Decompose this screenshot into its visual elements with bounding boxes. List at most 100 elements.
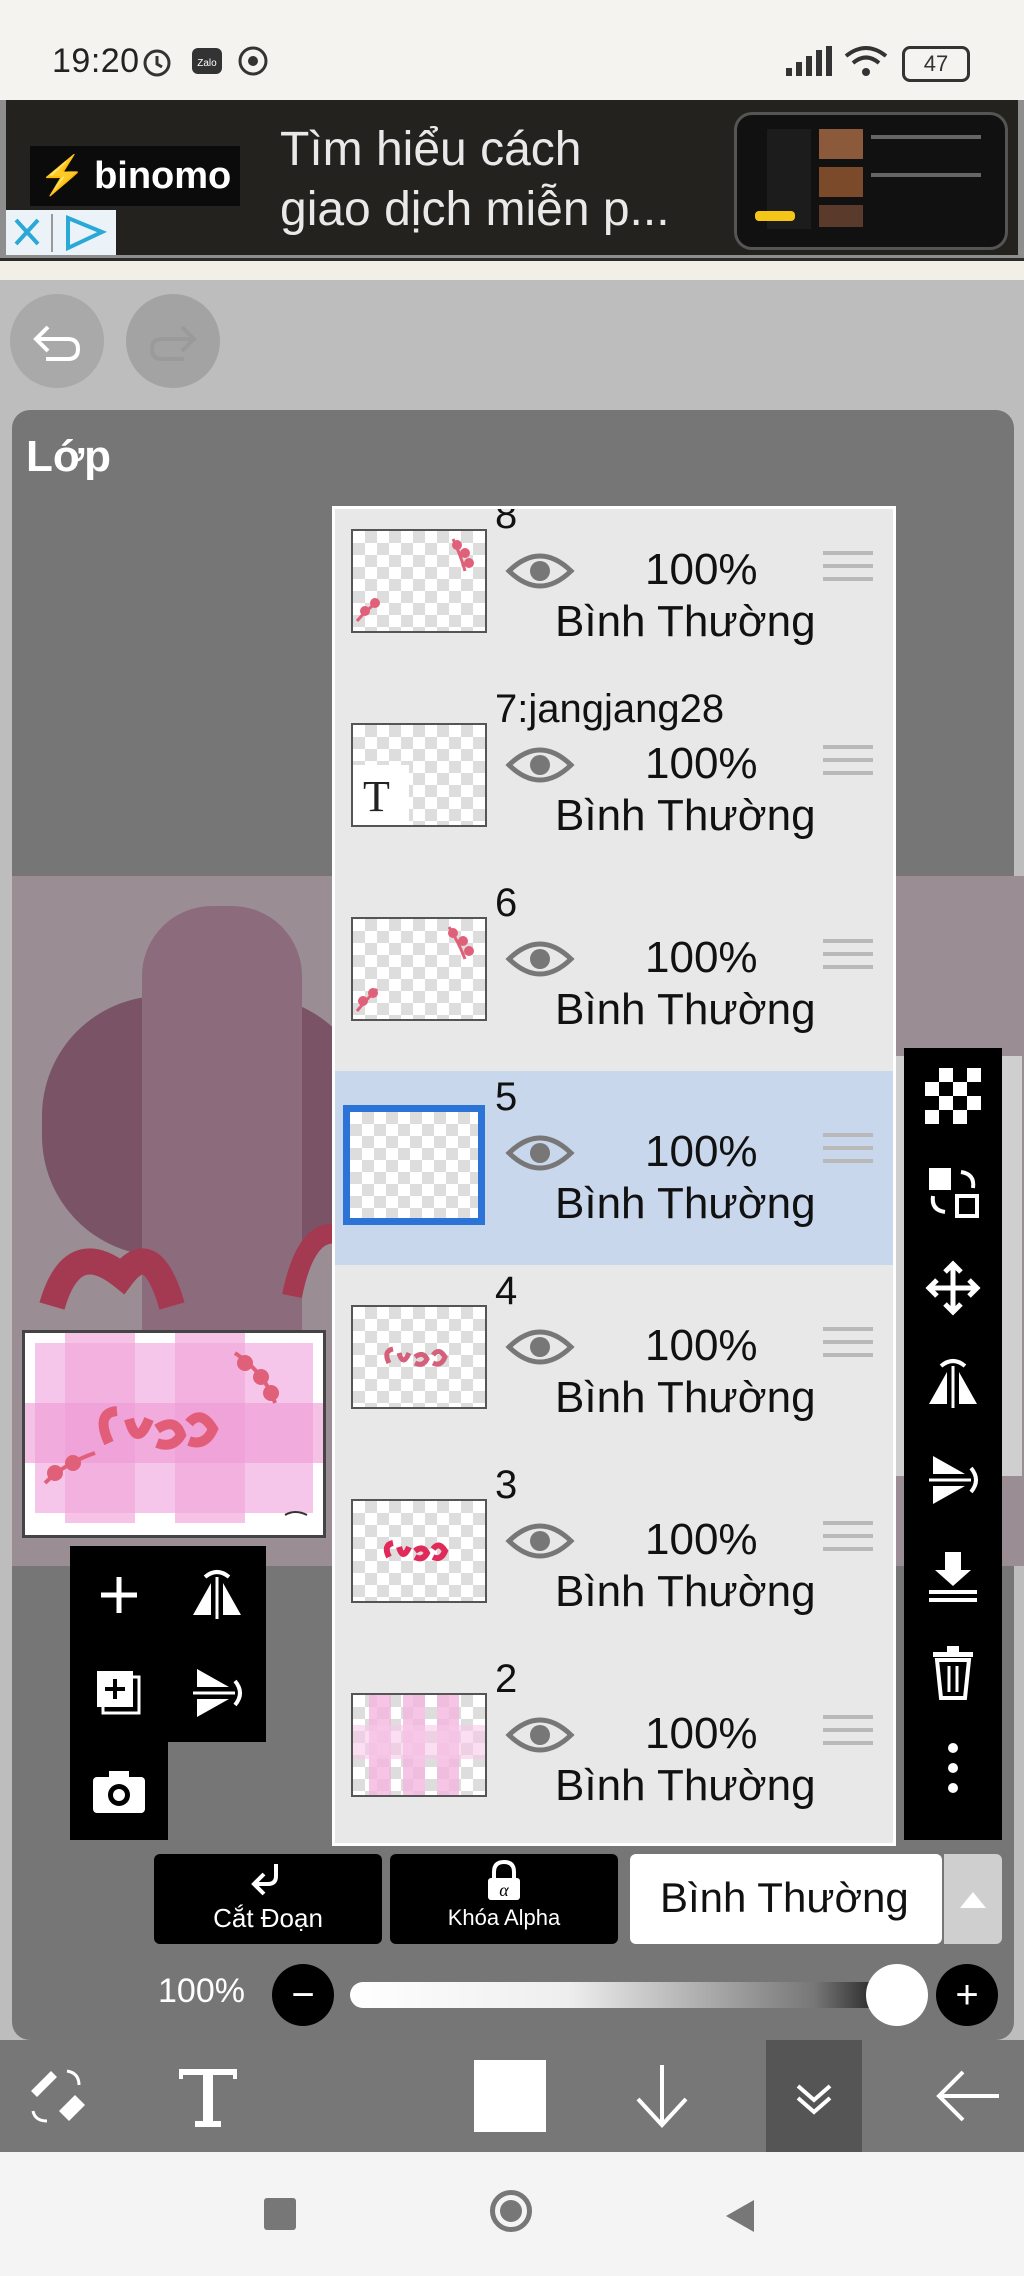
back-nav-button[interactable] (722, 2196, 758, 2236)
layer-blend-mode: Bình Thường (555, 1761, 816, 1810)
clipping-button[interactable]: Cắt Đoạn (154, 1854, 382, 1944)
layer-opacity: 100% (645, 1515, 758, 1564)
layer-row[interactable]: 2 100% Bình Thường (335, 1653, 893, 1843)
layer-list[interactable]: 8 100% Bình Thường T 7:jangjang28 100% B… (332, 506, 896, 1846)
back-button[interactable] (918, 2040, 1018, 2152)
duplicate-layer-button[interactable] (70, 1644, 168, 1742)
merge-down-button[interactable] (904, 1528, 1002, 1624)
redo-button[interactable] (126, 294, 220, 388)
app-icon (238, 46, 268, 76)
eye-icon[interactable] (505, 1323, 575, 1371)
flip-horizontal-icon (929, 1359, 977, 1408)
camera-button[interactable] (70, 1742, 168, 1840)
home-button[interactable] (490, 2190, 532, 2232)
layer-transfer-button[interactable] (904, 1144, 1002, 1240)
add-copy-icon (97, 1671, 141, 1715)
drag-handle-icon[interactable] (823, 745, 873, 789)
eye-icon[interactable] (505, 1711, 575, 1759)
layer-row[interactable]: 3 100% Bình Thường (335, 1459, 893, 1655)
opacity-decrease-button[interactable]: − (272, 1964, 334, 2026)
camera-icon (93, 1771, 145, 1813)
drag-handle-icon[interactable] (823, 1327, 873, 1371)
add-layer-button[interactable] (70, 1546, 168, 1644)
panel-title: Lớp (26, 432, 112, 481)
blend-mode-select[interactable]: Bình Thường (630, 1854, 942, 1944)
more-options-button[interactable] (904, 1720, 1002, 1816)
blend-mode-dropdown-button[interactable] (944, 1854, 1002, 1944)
recent-apps-button[interactable] (264, 2198, 296, 2230)
drag-handle-icon[interactable] (823, 1133, 873, 1177)
layer-thumbnail[interactable]: T (351, 723, 487, 827)
layer-thumbnail[interactable] (351, 1499, 487, 1603)
layer-row[interactable]: 4 100% Bình Thường (335, 1265, 893, 1461)
opacity-increase-button[interactable]: + (936, 1964, 998, 2026)
zalo-icon: Zalo (192, 48, 222, 74)
svg-text:T: T (363, 772, 390, 821)
layer-opacity: 100% (645, 1321, 758, 1370)
eye-icon[interactable] (505, 935, 575, 983)
layer-blend-mode: Bình Thường (555, 597, 816, 646)
layer-thumbnail[interactable] (343, 1105, 485, 1225)
layer-thumbnail[interactable] (351, 529, 487, 633)
opacity-slider-thumb[interactable] (866, 1964, 928, 2026)
ad-text: Tìm hiểu cách giao dịch miễn p... (280, 120, 720, 240)
flip-horizontal-button[interactable] (904, 1336, 1002, 1432)
drag-handle-icon[interactable] (823, 1715, 873, 1759)
undo-button[interactable] (10, 294, 104, 388)
brush-eraser-button[interactable] (8, 2040, 108, 2152)
layer-row-selected[interactable]: 5 100% Bình Thường (335, 1071, 893, 1267)
minus-icon: − (291, 1972, 315, 2017)
plus-icon (101, 1577, 137, 1613)
merge-down-icon (929, 1552, 977, 1602)
flip-vertical-icon (929, 1456, 978, 1504)
ad-logo: ⚡ binomo (30, 146, 240, 206)
caret-up-icon (960, 1892, 986, 1908)
swap-layers-icon (929, 1168, 979, 1218)
flip-vertical-button[interactable] (904, 1432, 1002, 1528)
layer-name: 8 (495, 506, 518, 537)
status-time: 19:20 (52, 42, 140, 80)
delete-layer-button[interactable] (904, 1624, 1002, 1720)
ad-banner[interactable]: ⚡ binomo Tìm hiểu cách giao dịch miễn p..… (6, 100, 1018, 255)
status-bar: 19:20 Zalo 47 (0, 0, 1024, 100)
eye-icon[interactable] (505, 547, 575, 595)
drag-handle-icon[interactable] (823, 551, 873, 595)
layers-button[interactable] (766, 2040, 862, 2152)
color-swatch (474, 2060, 546, 2132)
flip-canvas-button[interactable] (168, 1546, 266, 1644)
drag-handle-icon[interactable] (823, 1521, 873, 1565)
layer-row[interactable]: 6 100% Bình Thường (335, 877, 893, 1073)
download-button[interactable] (612, 2040, 712, 2152)
more-vertical-icon (948, 1743, 958, 1793)
eye-icon[interactable] (505, 1517, 575, 1565)
layer-blend-mode: Bình Thường (555, 1373, 816, 1422)
alpha-lock-button[interactable]: α Khóa Alpha (390, 1854, 618, 1944)
signal-icon (786, 46, 832, 76)
drag-handle-icon[interactable] (823, 939, 873, 983)
bottom-toolbar (0, 2040, 1024, 2152)
bolt-icon: ⚡ (38, 155, 87, 197)
layer-blend-mode: Bình Thường (555, 1567, 816, 1616)
flip-canvas-vertical-button[interactable] (168, 1644, 266, 1742)
opacity-slider[interactable] (350, 1982, 896, 2008)
color-button[interactable] (460, 2040, 560, 2152)
layer-thumbnail[interactable] (351, 1305, 487, 1409)
plus-icon: + (955, 1972, 979, 2017)
eye-icon[interactable] (505, 1129, 575, 1177)
redo-icon (149, 325, 197, 361)
checkerboard-icon (925, 1068, 981, 1124)
text-tool-button[interactable] (158, 2040, 258, 2152)
layer-row[interactable]: 8 100% Bình Thường (335, 506, 893, 685)
transparency-button[interactable] (904, 1048, 1002, 1144)
ad-close-button[interactable] (6, 210, 116, 255)
canvas-preview[interactable] (22, 1330, 326, 1538)
system-nav-bar (0, 2152, 1024, 2276)
eye-icon[interactable] (505, 741, 575, 789)
layer-opacity: 100% (645, 739, 758, 788)
left-tools (70, 1546, 268, 1841)
move-button[interactable] (904, 1240, 1002, 1336)
clip-arrow-icon (251, 1864, 278, 1896)
layer-thumbnail[interactable] (351, 1693, 487, 1797)
layer-row[interactable]: T 7:jangjang28 100% Bình Thường (335, 683, 893, 879)
layer-thumbnail[interactable] (351, 917, 487, 1021)
